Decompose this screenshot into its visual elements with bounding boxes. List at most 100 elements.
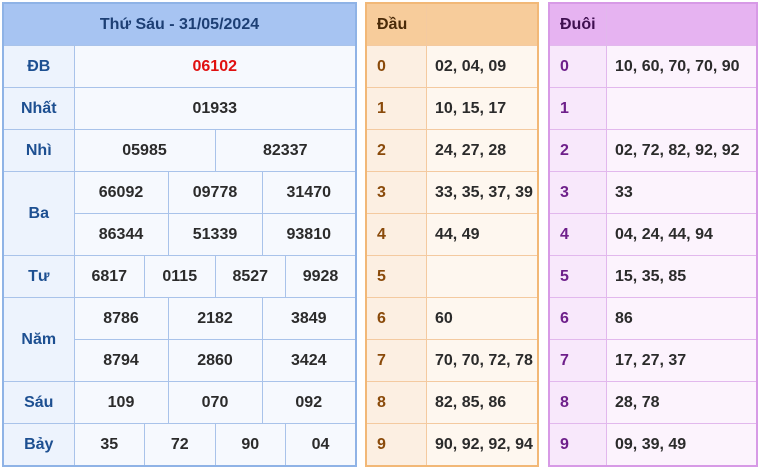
- prize-label-bay: Bảy: [2, 423, 75, 467]
- prize-row-bay: Bảy 35 72 90 04: [2, 423, 357, 467]
- digit-index: 2: [365, 129, 427, 172]
- prize-number: 51339: [167, 213, 263, 256]
- head-digit-row: 9 90, 92, 92, 94: [365, 423, 539, 467]
- tail-digit-row: 1: [548, 87, 758, 130]
- prize-number: 2182: [167, 297, 263, 340]
- tail-digit-row: 5 15, 35, 85: [548, 255, 758, 298]
- digit-index: 5: [365, 255, 427, 298]
- prize-number: 109: [73, 381, 169, 424]
- digit-index: 4: [548, 213, 607, 256]
- digit-index: 0: [548, 45, 607, 88]
- head-digit-header: Đầu: [365, 2, 427, 46]
- prize-number: 8794: [73, 339, 169, 382]
- results-table: Thứ Sáu - 31/05/2024 ĐB 06102 Nhất 01933…: [2, 2, 357, 467]
- digit-index: 9: [365, 423, 427, 467]
- digit-values: 02, 04, 09: [426, 45, 539, 88]
- head-digit-table: Đầu 0 02, 04, 09 1 10, 15, 17 2 24, 27, 28 …: [365, 2, 539, 467]
- head-digit-header-row: Đầu: [365, 2, 539, 46]
- digit-index: 4: [365, 213, 427, 256]
- digit-values: 86: [606, 297, 758, 340]
- digit-values: 60: [426, 297, 539, 340]
- digit-values: [606, 87, 758, 130]
- digit-index: 1: [548, 87, 607, 130]
- draw-date-title: Thứ Sáu - 31/05/2024: [2, 2, 357, 46]
- prize-number: 3424: [261, 339, 357, 382]
- prize-label-sau: Sáu: [2, 381, 75, 424]
- digit-index: 9: [548, 423, 607, 467]
- head-digit-header-blank: [426, 2, 539, 46]
- head-digit-row: 0 02, 04, 09: [365, 45, 539, 88]
- digit-index: 6: [365, 297, 427, 340]
- digit-index: 8: [365, 381, 427, 424]
- head-digit-row: 8 82, 85, 86: [365, 381, 539, 424]
- digit-values: 24, 27, 28: [426, 129, 539, 172]
- special-prize-number: 06102: [73, 45, 357, 88]
- tail-digit-row: 9 09, 39, 49: [548, 423, 758, 467]
- tail-digit-table: Đuôi 0 10, 60, 70, 70, 90 1 2 02, 72, 82, …: [548, 2, 758, 467]
- prize-number: 72: [144, 423, 216, 467]
- digit-values: 02, 72, 82, 92, 92: [606, 129, 758, 172]
- digit-index: 7: [365, 339, 427, 382]
- prize-number: 04: [285, 423, 357, 467]
- prize-label-nam: Năm: [2, 297, 75, 382]
- prize-row-tu: Tư 6817 0115 8527 9928: [2, 255, 357, 298]
- prize-label-tu: Tư: [2, 255, 75, 298]
- head-digit-row: 3 33, 35, 37, 39: [365, 171, 539, 214]
- digit-values: 90, 92, 92, 94: [426, 423, 539, 467]
- digit-index: 2: [548, 129, 607, 172]
- prize-row-nhi: Nhì 05985 82337: [2, 129, 357, 172]
- results-header-row: Thứ Sáu - 31/05/2024: [2, 2, 357, 46]
- digit-values: 09, 39, 49: [606, 423, 758, 467]
- prize-number: 3849: [261, 297, 357, 340]
- digit-index: 5: [548, 255, 607, 298]
- digit-values: 10, 60, 70, 70, 90: [606, 45, 758, 88]
- prize-row-db: ĐB 06102: [2, 45, 357, 88]
- digit-values: 10, 15, 17: [426, 87, 539, 130]
- digit-values: 44, 49: [426, 213, 539, 256]
- digit-index: 3: [548, 171, 607, 214]
- prize-number: 09778: [167, 171, 263, 214]
- prize-label-ba: Ba: [2, 171, 75, 256]
- prize-row-sau: Sáu 109 070 092: [2, 381, 357, 424]
- digit-values: 15, 35, 85: [606, 255, 758, 298]
- prize-number: 070: [167, 381, 263, 424]
- prize-number: 86344: [73, 213, 169, 256]
- tail-digit-header: Đuôi: [548, 2, 607, 46]
- tail-digit-header-blank: [606, 2, 758, 46]
- digit-index: 3: [365, 171, 427, 214]
- tail-digit-header-row: Đuôi: [548, 2, 758, 46]
- head-digit-row: 1 10, 15, 17: [365, 87, 539, 130]
- digit-values: 70, 70, 72, 78: [426, 339, 539, 382]
- head-digit-row: 7 70, 70, 72, 78: [365, 339, 539, 382]
- prize-row-nhat: Nhất 01933: [2, 87, 357, 130]
- tail-digit-row: 7 17, 27, 37: [548, 339, 758, 382]
- head-digit-row: 5: [365, 255, 539, 298]
- prize-row-ba: Ba 66092 09778 31470: [2, 171, 357, 256]
- digit-values: 33, 35, 37, 39: [426, 171, 539, 214]
- digit-index: 6: [548, 297, 607, 340]
- digit-index: 8: [548, 381, 607, 424]
- head-digit-row: 4 44, 49: [365, 213, 539, 256]
- tail-digit-row: 6 86: [548, 297, 758, 340]
- head-digit-row: 6 60: [365, 297, 539, 340]
- prize-row-nam: Năm 8786 2182 3849: [2, 297, 357, 382]
- tail-digit-row: 2 02, 72, 82, 92, 92: [548, 129, 758, 172]
- tail-digit-row: 3 33: [548, 171, 758, 214]
- prize-number: 092: [261, 381, 357, 424]
- prize-number: 05985: [73, 129, 216, 172]
- prize-number: 9928: [285, 255, 357, 298]
- prize-label-db: ĐB: [2, 45, 75, 88]
- tail-digit-row: 8 28, 78: [548, 381, 758, 424]
- prize-label-nhi: Nhì: [2, 129, 75, 172]
- digit-values: 82, 85, 86: [426, 381, 539, 424]
- prize-number: 2860: [167, 339, 263, 382]
- digit-values: 04, 24, 44, 94: [606, 213, 758, 256]
- tail-digit-row: 4 04, 24, 44, 94: [548, 213, 758, 256]
- prize-number: 35: [73, 423, 145, 467]
- digit-values: 28, 78: [606, 381, 758, 424]
- prize-number: 8527: [214, 255, 286, 298]
- digit-values: [426, 255, 539, 298]
- digit-values: 33: [606, 171, 758, 214]
- prize-number: 82337: [214, 129, 357, 172]
- prize-number: 93810: [261, 213, 357, 256]
